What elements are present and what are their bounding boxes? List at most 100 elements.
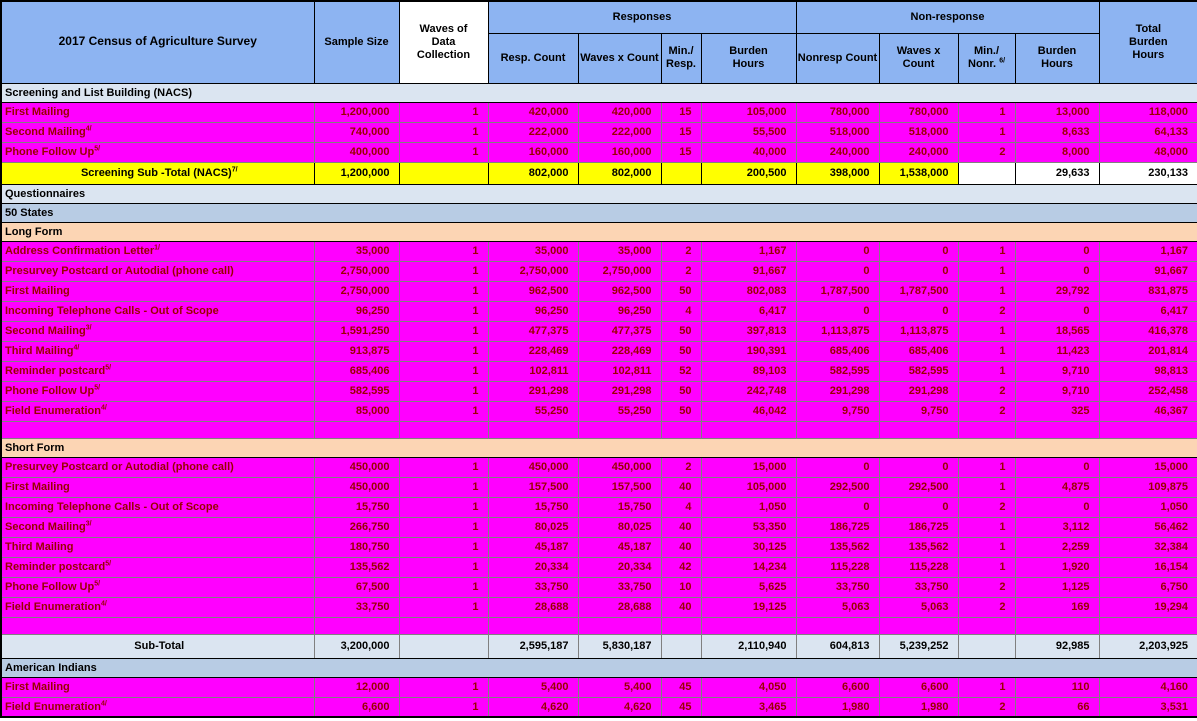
- blank-cell: [488, 421, 578, 438]
- cell-waves: 1: [399, 142, 488, 162]
- cell-min-per-resp: [661, 162, 701, 184]
- cell-nonresp-count: 0: [796, 497, 879, 517]
- data-row: Reminder postcard5/685,4061102,811102,81…: [1, 361, 1197, 381]
- cell-nonresp-burden-hours: 1,125: [1015, 577, 1099, 597]
- cell-nonresp-burden-hours: 92,985: [1015, 634, 1099, 658]
- cell-resp-waves-x-count: 291,298: [578, 381, 661, 401]
- cell-resp-waves-x-count: 962,500: [578, 281, 661, 301]
- cell-sample-size: 266,750: [314, 517, 399, 537]
- cell-nonresp-burden-hours: 11,423: [1015, 341, 1099, 361]
- cell-min-per-resp: 45: [661, 677, 701, 697]
- cell-waves: 1: [399, 122, 488, 142]
- cell-resp-waves-x-count: 55,250: [578, 401, 661, 421]
- col-header-resp-waves-x-count: Waves x Count: [578, 33, 661, 83]
- cell-waves: 1: [399, 102, 488, 122]
- cell-resp-count: 450,000: [488, 457, 578, 477]
- cell-nonresp-burden-hours: 0: [1015, 301, 1099, 321]
- blank-cell: [1099, 617, 1197, 634]
- cell-nonresp-waves-x-count: 135,562: [879, 537, 958, 557]
- cell-min-per-nonr: 1: [958, 341, 1015, 361]
- cell-nonresp-burden-hours: 66: [1015, 697, 1099, 717]
- cell-min-per-nonr: 1: [958, 537, 1015, 557]
- cell-nonresp-count: 518,000: [796, 122, 879, 142]
- cell-nonresp-burden-hours: 4,875: [1015, 477, 1099, 497]
- cell-sample-size: 740,000: [314, 122, 399, 142]
- cell-resp-waves-x-count: 228,469: [578, 341, 661, 361]
- cell-min-per-resp: 50: [661, 401, 701, 421]
- cell-nonresp-burden-hours: 29,633: [1015, 162, 1099, 184]
- cell-total-burden-hours: 64,133: [1099, 122, 1197, 142]
- cell-sample-size: 1,591,250: [314, 321, 399, 341]
- blank-cell: [1, 421, 314, 438]
- data-row: Phone Follow Up5/400,0001160,000160,0001…: [1, 142, 1197, 162]
- cell-resp-burden-hours: 15,000: [701, 457, 796, 477]
- cell-min-per-resp: 40: [661, 517, 701, 537]
- cell-min-per-nonr: [958, 162, 1015, 184]
- col-header-nonresp-count: Nonresp Count: [796, 33, 879, 83]
- cell-resp-waves-x-count: 5,400: [578, 677, 661, 697]
- blank-cell: [1015, 421, 1099, 438]
- cell-resp-burden-hours: 105,000: [701, 102, 796, 122]
- cell-nonresp-count: 0: [796, 261, 879, 281]
- cell-min-per-resp: 2: [661, 261, 701, 281]
- row-label: Phone Follow Up5/: [1, 381, 314, 401]
- cell-resp-count: 28,688: [488, 597, 578, 617]
- cell-min-per-resp: 2: [661, 241, 701, 261]
- cell-resp-count: 160,000: [488, 142, 578, 162]
- footnote-mark: 7/: [232, 166, 238, 173]
- cell-min-per-resp: 40: [661, 537, 701, 557]
- cell-resp-waves-x-count: 160,000: [578, 142, 661, 162]
- cell-total-burden-hours: 2,203,925: [1099, 634, 1197, 658]
- cell-nonresp-burden-hours: 18,565: [1015, 321, 1099, 341]
- cell-resp-waves-x-count: 80,025: [578, 517, 661, 537]
- footnote-mark: 5/: [94, 384, 100, 391]
- cell-waves: 1: [399, 381, 488, 401]
- cell-nonresp-burden-hours: 110: [1015, 677, 1099, 697]
- cell-waves: 1: [399, 697, 488, 717]
- cell-resp-waves-x-count: 5,830,187: [578, 634, 661, 658]
- table-header: 2017 Census of Agriculture Survey Sample…: [1, 1, 1197, 83]
- col-header-resp-count: Resp. Count: [488, 33, 578, 83]
- cell-resp-burden-hours: 91,667: [701, 261, 796, 281]
- cell-min-per-nonr: [958, 634, 1015, 658]
- cell-min-per-resp: 4: [661, 497, 701, 517]
- section-label: Short Form: [1, 438, 1197, 457]
- cell-min-per-nonr: 1: [958, 361, 1015, 381]
- cell-resp-burden-hours: 53,350: [701, 517, 796, 537]
- cell-nonresp-burden-hours: 0: [1015, 497, 1099, 517]
- col-header-min-per-nonr: Min./ Nonr. 6/: [958, 33, 1015, 83]
- cell-nonresp-burden-hours: 8,000: [1015, 142, 1099, 162]
- row-label: Screening Sub -Total (NACS)7/: [1, 162, 314, 184]
- cell-nonresp-burden-hours: 29,792: [1015, 281, 1099, 301]
- cell-total-burden-hours: 416,378: [1099, 321, 1197, 341]
- cell-min-per-nonr: 2: [958, 142, 1015, 162]
- cell-min-per-resp: 40: [661, 597, 701, 617]
- cell-nonresp-count: 398,000: [796, 162, 879, 184]
- blank-cell: [578, 421, 661, 438]
- cell-resp-count: 55,250: [488, 401, 578, 421]
- section-label: Questionnaires: [1, 184, 1197, 203]
- cell-min-per-nonr: 2: [958, 697, 1015, 717]
- cell-total-burden-hours: 16,154: [1099, 557, 1197, 577]
- footnote-mark: 3/: [86, 324, 92, 331]
- blank-cell: [314, 421, 399, 438]
- cell-min-per-resp: 10: [661, 577, 701, 597]
- cell-waves: 1: [399, 677, 488, 697]
- cell-nonresp-count: 291,298: [796, 381, 879, 401]
- row-label: Sub-Total: [1, 634, 314, 658]
- row-label: Incoming Telephone Calls - Out of Scope: [1, 497, 314, 517]
- cell-nonresp-count: 292,500: [796, 477, 879, 497]
- cell-sample-size: 3,200,000: [314, 634, 399, 658]
- data-row: First Mailing450,0001157,500157,50040105…: [1, 477, 1197, 497]
- blank-row: [1, 421, 1197, 438]
- cell-min-per-resp: 2: [661, 457, 701, 477]
- cell-total-burden-hours: 19,294: [1099, 597, 1197, 617]
- row-label: First Mailing: [1, 281, 314, 301]
- blank-cell: [879, 617, 958, 634]
- cell-min-per-nonr: 2: [958, 497, 1015, 517]
- cell-resp-count: 15,750: [488, 497, 578, 517]
- cell-waves: 1: [399, 241, 488, 261]
- cell-min-per-resp: 40: [661, 477, 701, 497]
- cell-total-burden-hours: 201,814: [1099, 341, 1197, 361]
- cell-resp-burden-hours: 2,110,940: [701, 634, 796, 658]
